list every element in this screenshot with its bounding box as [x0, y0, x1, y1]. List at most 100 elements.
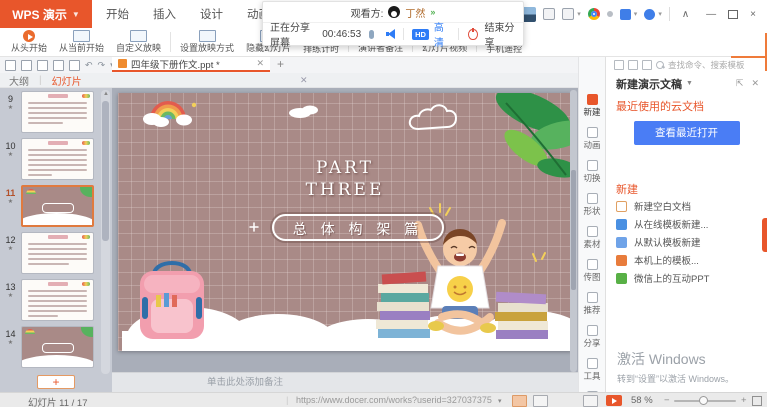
pane-icon[interactable] — [614, 60, 624, 70]
share-icon[interactable] — [562, 8, 574, 20]
app-logo-label: WPS 演示 — [12, 6, 67, 23]
thumbnail-row[interactable]: 12★ — [0, 232, 98, 278]
print-icon[interactable] — [53, 60, 64, 71]
animation-icon — [587, 127, 598, 138]
menu-icon[interactable] — [5, 60, 16, 71]
slide-sorter-icon[interactable] — [533, 395, 548, 407]
setup-show-button[interactable]: 设置放映方式 — [174, 30, 240, 54]
search-icon — [656, 61, 664, 69]
close-button[interactable]: × — [745, 9, 761, 20]
tab-slides[interactable]: 幻灯片 — [52, 73, 82, 88]
canvas-scrollbar[interactable] — [570, 90, 577, 372]
minimize-button[interactable]: — — [701, 9, 721, 20]
fit-to-window-icon[interactable] — [752, 396, 762, 406]
zoom-slider-knob[interactable] — [699, 396, 708, 405]
zoom-level[interactable]: 58 % — [631, 395, 653, 406]
sidebar-item-animation[interactable]: 动画 — [579, 124, 605, 154]
settings-dot-icon[interactable] — [607, 11, 613, 17]
view-recent-button[interactable]: 查看最近打开 — [634, 121, 740, 145]
slide-12-thumbnail[interactable] — [21, 232, 94, 274]
slide-9-thumbnail[interactable] — [21, 91, 94, 133]
sidebar-item-tools[interactable]: 工具 — [579, 355, 605, 385]
undo-icon[interactable]: ↶ — [85, 61, 93, 70]
sidebar-item-new[interactable]: 新建 — [579, 91, 605, 121]
reading-view-icon[interactable] — [583, 395, 598, 407]
chevron-down-icon[interactable]: ▼ — [686, 80, 693, 87]
scroll-up-icon[interactable]: ▲ — [103, 91, 109, 97]
from-current-button[interactable]: 从当前开始 — [53, 30, 110, 54]
expand-icon[interactable]: ⇱ — [736, 78, 744, 89]
sidebar-item-share[interactable]: 分享 — [579, 322, 605, 352]
rainbow-icon — [82, 282, 90, 286]
scrollbar-thumb[interactable] — [571, 170, 576, 290]
thumbnail-row[interactable]: 9★ — [0, 91, 98, 137]
microphone-icon[interactable] — [369, 30, 374, 39]
speaker-icon[interactable] — [386, 29, 395, 39]
service-icon[interactable] — [543, 8, 555, 20]
chrome-icon[interactable] — [588, 8, 600, 20]
collapse-ribbon-button[interactable]: ∧ — [677, 9, 694, 20]
close-icon[interactable]: ✕ — [256, 58, 264, 69]
wps-logo-menu[interactable]: WPS 演示 ▼ — [0, 0, 92, 28]
sidebar-item-transition[interactable]: 切换 — [579, 157, 605, 187]
thumbnail-row[interactable]: 11★ — [0, 185, 98, 231]
sidebar-item-assets[interactable]: 素材 — [579, 223, 605, 253]
online-template-item[interactable]: 从在线模板新建... — [616, 215, 761, 233]
thumbnail-row[interactable]: 10★ — [0, 138, 98, 184]
section-title-pill[interactable]: 总 体 构 架 篇 — [272, 214, 444, 241]
output-icon[interactable] — [37, 60, 48, 71]
hd-badge[interactable]: HD — [412, 29, 429, 40]
custom-show-button[interactable]: 自定义放映 — [110, 30, 167, 54]
window-controls: ▾ ▾ ▾ ∧ — × — [515, 0, 765, 28]
restore-button[interactable] — [728, 10, 738, 19]
sidebar-item-upload-image[interactable]: 传图 — [579, 256, 605, 286]
slide-14-thumbnail[interactable] — [21, 326, 94, 368]
tab-insert[interactable]: 插入 — [153, 6, 176, 22]
help-circle-icon[interactable] — [644, 9, 655, 20]
slideshow-play-button[interactable] — [606, 395, 622, 406]
docer-url[interactable]: https://www.docer.com/works?userid=32703… — [296, 395, 492, 405]
thumbnail-row[interactable]: 14★ — [0, 326, 98, 372]
notes-bar[interactable]: 单击此处添加备注 — [112, 372, 578, 392]
slide-thumbnail-panel: 9★ 10★ 11★ 12★ 13★ 14★ — [0, 88, 112, 392]
tab-home[interactable]: 开始 — [106, 6, 129, 22]
slide-number: 14 — [0, 329, 21, 340]
zoom-in-button[interactable]: + — [741, 395, 747, 406]
sidebar-item-shapes[interactable]: 形状 — [579, 190, 605, 220]
power-icon[interactable] — [468, 29, 477, 40]
account-square-icon[interactable] — [620, 9, 631, 20]
zoom-out-button[interactable]: − — [664, 395, 670, 406]
save-icon[interactable] — [21, 60, 32, 71]
close-icon[interactable]: ✕ — [300, 75, 308, 86]
sharing-status: 正在分享屏幕 — [270, 19, 317, 49]
thumbnail-row[interactable]: 13★ — [0, 279, 98, 325]
scrollbar-thumb[interactable] — [102, 101, 109, 241]
slide-editor[interactable]: PART THREE 总 体 构 架 篇 — [118, 93, 572, 351]
add-slide-button[interactable]: + — [37, 375, 75, 389]
close-icon[interactable]: ✕ — [751, 78, 759, 89]
end-share-button[interactable]: 结束分享 — [485, 19, 516, 49]
slide-10-thumbnail[interactable] — [21, 138, 94, 180]
slide-13-thumbnail[interactable] — [21, 279, 94, 321]
docer-collapse-handle[interactable] — [762, 218, 767, 252]
divider — [170, 32, 171, 52]
sidebar-item-recommend[interactable]: 推荐 — [579, 289, 605, 319]
tab-design[interactable]: 设计 — [200, 6, 223, 22]
document-tab[interactable]: 四年级下册作文.ppt * ✕ — [112, 57, 270, 72]
new-blank-doc-item[interactable]: 新建空白文档 — [616, 197, 761, 215]
local-template-item[interactable]: 本机上的模板... — [616, 251, 761, 269]
tab-outline[interactable]: 大纲 — [9, 73, 29, 88]
pane-icon[interactable] — [628, 60, 638, 70]
command-search-bar[interactable]: 查找命令、搜索模板 — [606, 57, 767, 72]
thumbnail-scrollbar[interactable]: ▲ — [101, 90, 110, 374]
wechat-ppt-item[interactable]: 微信上的互动PPT — [616, 269, 761, 287]
redo-icon[interactable]: ↷ — [98, 61, 106, 70]
normal-view-icon[interactable] — [512, 395, 527, 407]
chevron-down-icon[interactable]: ▾ — [498, 397, 502, 405]
pane-icon[interactable] — [642, 60, 652, 70]
slide-11-thumbnail-selected[interactable] — [21, 185, 94, 227]
default-template-item[interactable]: 从默认模板新建 — [616, 233, 761, 251]
new-document-tab-button[interactable]: + — [277, 57, 284, 72]
from-beginning-button[interactable]: 从头开始 — [5, 30, 53, 54]
preview-icon[interactable] — [69, 60, 80, 71]
